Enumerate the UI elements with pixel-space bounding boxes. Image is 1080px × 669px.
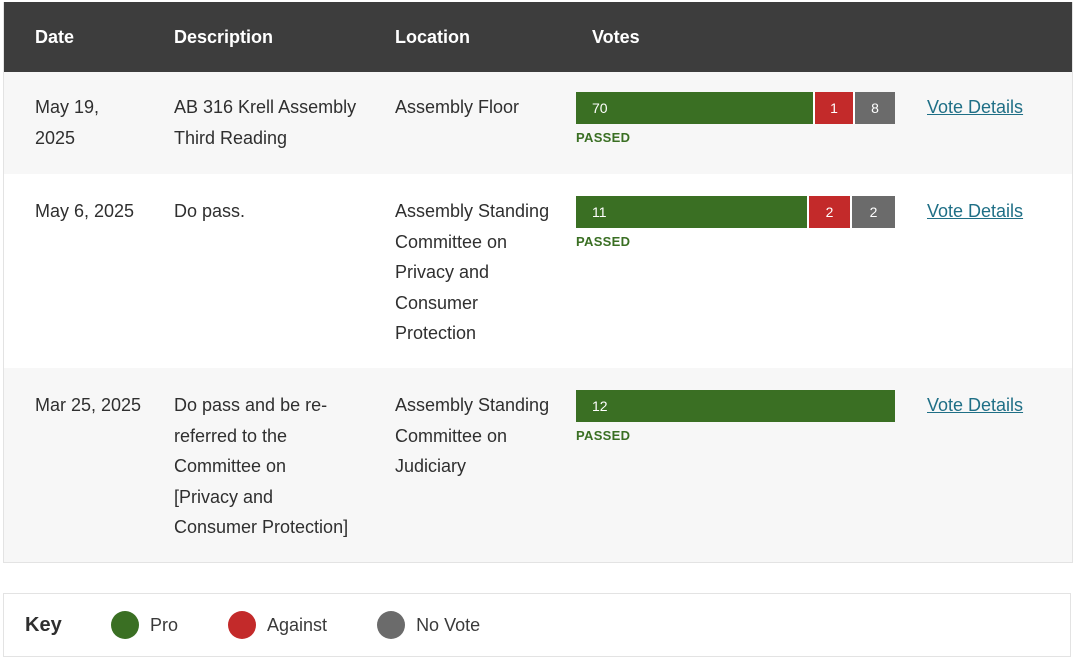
header-description: Description xyxy=(174,26,274,47)
header-location: Location xyxy=(395,26,470,47)
status-label: PASSED xyxy=(576,130,631,145)
row-description: Do pass and be re- referred to the Commi… xyxy=(143,390,364,543)
location-line: Assembly Standing xyxy=(395,201,550,221)
location-line: Assembly Standing xyxy=(395,395,550,415)
status-label: PASSED xyxy=(576,428,631,443)
row-location: Assembly Floor xyxy=(364,92,561,123)
key-title: Key xyxy=(25,613,62,636)
key-item-against: Against xyxy=(228,611,327,639)
no-vote-segment: 2 xyxy=(852,196,895,228)
no-vote-dot-icon xyxy=(377,611,406,639)
pro-vote-segment: 12 xyxy=(576,390,895,422)
pro-dot-icon xyxy=(111,611,139,639)
vote-key-legend: Key Pro Against No Vote xyxy=(3,593,1071,657)
location-line: Assembly Floor xyxy=(395,97,520,117)
location-line: Protection xyxy=(395,323,477,343)
row-date: May 6, 2025 xyxy=(35,201,135,221)
no-vote-segment: 8 xyxy=(855,92,895,124)
description-line: Committee on xyxy=(174,456,287,476)
location-line: Judiciary xyxy=(395,456,467,476)
key-label: Pro xyxy=(150,614,179,635)
status-label: PASSED xyxy=(576,234,631,249)
location-line: Privacy and xyxy=(395,262,490,282)
description-line: AB 316 Krell Assembly xyxy=(174,97,357,117)
row-location: Assembly Standing Committee on Privacy a… xyxy=(364,196,561,349)
row-description: Do pass. xyxy=(143,196,364,227)
location-line: Committee on xyxy=(395,231,508,252)
row-date: May 19, 2025 xyxy=(35,97,100,148)
row-link-cell: Vote Details xyxy=(896,92,1072,123)
row-link-cell: Vote Details xyxy=(896,196,1072,227)
against-vote-segment: 2 xyxy=(809,196,852,228)
table-row: May 19, 2025 AB 316 Krell Assembly Third… xyxy=(4,72,1072,174)
row-votes: 11 2 2 PASSED xyxy=(561,196,896,250)
row-location: Assembly Standing Committee on Judiciary xyxy=(364,390,561,482)
against-dot-icon xyxy=(228,611,257,639)
location-line: Consumer xyxy=(395,292,479,313)
description-line: Third Reading xyxy=(174,127,288,148)
pro-vote-segment: 11 xyxy=(576,196,809,228)
vote-bar: 12 xyxy=(576,390,895,422)
description-line: Do pass. xyxy=(174,201,246,221)
row-votes: 70 1 8 PASSED xyxy=(561,92,896,146)
description-line: referred to the xyxy=(174,425,288,446)
table-row: Mar 25, 2025 Do pass and be re- referred… xyxy=(4,368,1072,562)
vote-details-link[interactable]: Vote Details xyxy=(927,201,1023,221)
row-votes: 12 PASSED xyxy=(561,390,896,444)
description-line: Consumer Protection] xyxy=(174,517,349,537)
votes-table: Date Description Location Votes May 19, … xyxy=(3,2,1073,563)
description-line: [Privacy and xyxy=(174,486,274,507)
pro-vote-segment: 70 xyxy=(576,92,815,124)
vote-details-link[interactable]: Vote Details xyxy=(927,395,1023,415)
header-votes: Votes xyxy=(592,26,640,47)
table-header: Date Description Location Votes xyxy=(4,2,1072,72)
key-label: No Vote xyxy=(416,614,481,635)
key-label: Against xyxy=(267,614,328,635)
against-vote-segment: 1 xyxy=(815,92,855,124)
row-link-cell: Vote Details xyxy=(896,390,1072,421)
vote-bar: 70 1 8 xyxy=(576,92,895,124)
row-description: AB 316 Krell Assembly Third Reading xyxy=(143,92,364,153)
row-date: Mar 25, 2025 xyxy=(35,395,142,415)
vote-bar: 11 2 2 xyxy=(576,196,895,228)
table-row: May 6, 2025 Do pass. Assembly Standing C… xyxy=(4,174,1072,368)
description-line: Do pass and be re- xyxy=(174,395,328,415)
vote-details-link[interactable]: Vote Details xyxy=(927,97,1023,117)
location-line: Committee on xyxy=(395,425,508,446)
key-item-no-vote: No Vote xyxy=(377,611,480,639)
header-date: Date xyxy=(35,26,75,47)
key-item-pro: Pro xyxy=(111,611,178,639)
